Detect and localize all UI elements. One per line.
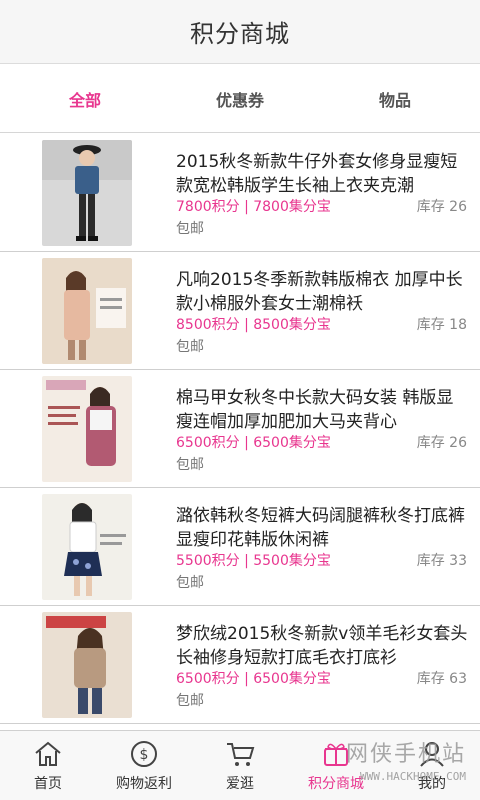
bottom-tab-bar: 首页 $ 购物返利 爱逛 积分商城 我的 网侠手机站 WWW.HACKHOME.… <box>0 730 480 800</box>
tab-coupons[interactable]: 优惠券 <box>170 65 310 133</box>
product-image <box>42 494 132 600</box>
product-name: 梦欣绒2015秋冬新款v领羊毛衫女套头长袖修身短款打底毛衣打底衫 <box>176 624 468 668</box>
shipping-label: 包邮 <box>176 693 204 709</box>
product-name: 棉马甲女秋冬中长款大码女装 韩版显瘦连帽加厚加肥加大马夹背心 <box>176 388 454 432</box>
product-stock: 库存 26 <box>416 435 467 451</box>
nav-shopping-rebate[interactable]: $ 购物返利 <box>96 731 192 800</box>
nav-home-label: 首页 <box>34 776 62 792</box>
nav-rebate-label: 购物返利 <box>116 776 172 792</box>
nav-home[interactable]: 首页 <box>0 731 96 800</box>
shipping-label: 包邮 <box>176 339 204 355</box>
product-image <box>42 140 132 246</box>
shipping-label: 包邮 <box>176 221 204 237</box>
header-bar: 积分商城 <box>0 0 480 64</box>
product-stock: 库存 18 <box>416 317 467 333</box>
tab-goods[interactable]: 物品 <box>310 65 480 133</box>
shipping-label: 包邮 <box>176 575 204 591</box>
nav-mine-label: 我的 <box>418 776 446 792</box>
home-icon <box>35 741 61 766</box>
product-price: 7800积分 | 7800集分宝 <box>176 199 331 215</box>
user-icon <box>420 742 444 767</box>
gift-box-icon <box>324 743 348 766</box>
product-name: 2015秋冬新款牛仔外套女修身显瘦短款宽松韩版学生长袖上衣夹克潮 <box>176 152 458 196</box>
product-item[interactable]: 棉马甲女秋冬中长款大码女装 韩版显瘦连帽加厚加肥加大马夹背心 6500积分 | … <box>0 370 480 488</box>
product-price: 6500积分 | 6500集分宝 <box>176 435 331 451</box>
product-list: 2015秋冬新款牛仔外套女修身显瘦短款宽松韩版学生长袖上衣夹克潮 7800积分 … <box>0 134 480 728</box>
category-tabs: 全部 优惠券 物品 <box>0 65 480 133</box>
product-image <box>42 376 132 482</box>
svg-text:$: $ <box>140 747 149 763</box>
nav-mine[interactable]: 我的 <box>384 731 480 800</box>
product-price: 8500积分 | 8500集分宝 <box>176 317 331 333</box>
nav-browse[interactable]: 爱逛 <box>192 731 288 800</box>
dollar-coin-icon: $ <box>131 741 157 767</box>
nav-points-mall-label: 积分商城 <box>308 776 364 792</box>
product-item[interactable]: 凡响2015冬季新款韩版棉衣 加厚中长款小棉服外套女士潮棉袄 8500积分 | … <box>0 252 480 370</box>
product-stock: 库存 33 <box>416 553 467 569</box>
product-stock: 库存 26 <box>416 199 467 215</box>
nav-browse-label: 爱逛 <box>226 776 254 792</box>
product-price: 5500积分 | 5500集分宝 <box>176 553 331 569</box>
tab-all[interactable]: 全部 <box>0 65 170 133</box>
nav-points-mall[interactable]: 积分商城 <box>288 731 384 800</box>
product-image <box>42 612 132 718</box>
product-price: 6500积分 | 6500集分宝 <box>176 671 331 687</box>
page-title: 积分商城 <box>190 20 290 48</box>
product-image <box>42 258 132 364</box>
product-item[interactable]: 梦欣绒2015秋冬新款v领羊毛衫女套头长袖修身短款打底毛衣打底衫 6500积分 … <box>0 606 480 724</box>
product-name: 凡响2015冬季新款韩版棉衣 加厚中长款小棉服外套女士潮棉袄 <box>176 270 463 314</box>
product-item[interactable]: 潞依韩秋冬短裤大码阔腿裤秋冬打底裤显瘦印花韩版休闲裤 5500积分 | 5500… <box>0 488 480 606</box>
product-item[interactable]: 2015秋冬新款牛仔外套女修身显瘦短款宽松韩版学生长袖上衣夹克潮 7800积分 … <box>0 134 480 252</box>
cart-icon <box>227 743 255 766</box>
product-name: 潞依韩秋冬短裤大码阔腿裤秋冬打底裤显瘦印花韩版休闲裤 <box>176 506 465 550</box>
product-stock: 库存 63 <box>416 671 467 687</box>
shipping-label: 包邮 <box>176 457 204 473</box>
